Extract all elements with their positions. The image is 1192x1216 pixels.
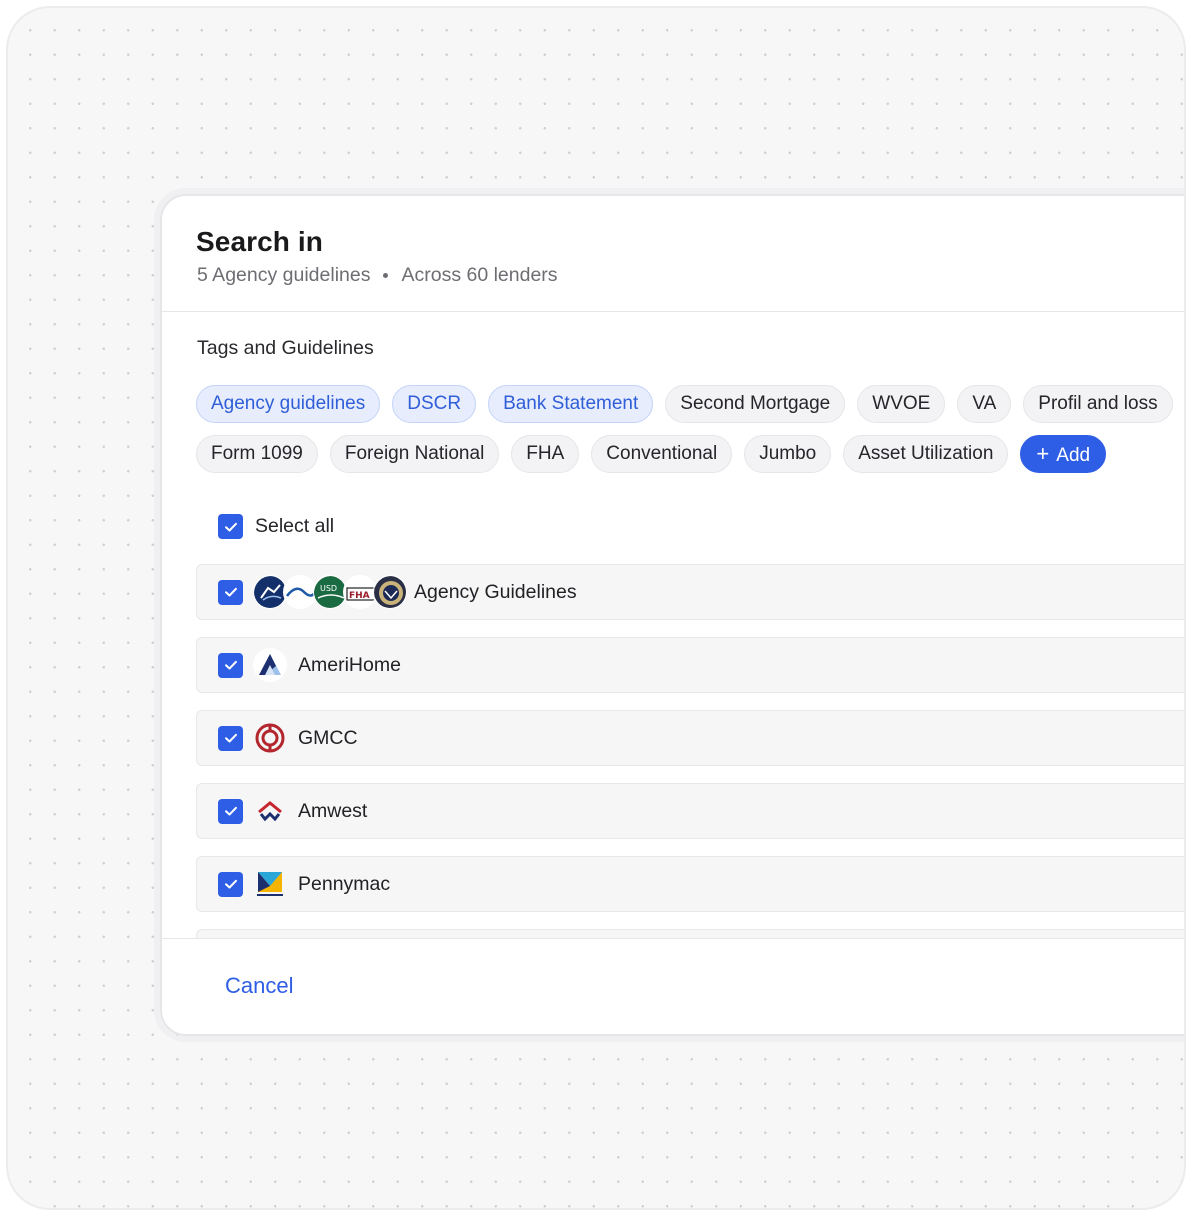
lender-name: Amwest bbox=[298, 799, 368, 822]
va-seal-icon bbox=[373, 575, 407, 609]
check-icon bbox=[224, 660, 237, 670]
freddie-mac-logo-icon bbox=[283, 575, 317, 609]
tag-overflow[interactable] bbox=[1185, 385, 1186, 423]
lenders-count: Across 60 lenders bbox=[401, 264, 558, 286]
lender-checkbox[interactable] bbox=[218, 798, 243, 824]
amwest-logo-icon bbox=[253, 794, 287, 828]
search-in-dialog: Search in 5 Agency guidelines Across 60 … bbox=[160, 194, 1186, 1036]
select-all-label: Select all bbox=[255, 515, 335, 537]
tag-agency-guidelines[interactable]: Agency guidelines bbox=[196, 385, 381, 423]
tag-form-1099[interactable]: Form 1099 bbox=[196, 435, 318, 473]
tag-second-mortgage[interactable]: Second Mortgage bbox=[665, 385, 846, 423]
check-icon bbox=[224, 879, 237, 889]
check-icon bbox=[224, 806, 237, 816]
check-icon bbox=[224, 522, 237, 531]
separator-dot bbox=[383, 273, 389, 278]
fannie-mae-logo-icon bbox=[253, 575, 287, 609]
lender-row-agency-guidelines[interactable]: USD FHA Agency Guidelines bbox=[196, 564, 1184, 620]
tag-jumbo[interactable]: Jumbo bbox=[744, 435, 832, 473]
tag-wvoe[interactable]: WVOE bbox=[857, 385, 946, 423]
tag-profit-and-loss[interactable]: Profil and loss bbox=[1023, 385, 1173, 423]
tag-row: Agency guidelines DSCR Bank Statement Se… bbox=[196, 385, 1186, 423]
plus-icon: + bbox=[1036, 441, 1050, 466]
pennymac-logo-icon bbox=[253, 867, 287, 901]
guidelines-count: 5 Agency guidelines bbox=[197, 264, 371, 286]
tag-asset-utilization[interactable]: Asset Utilization bbox=[843, 435, 1009, 473]
lender-row-gmcc[interactable]: GMCC bbox=[196, 710, 1184, 766]
amerihome-logo-icon bbox=[253, 648, 287, 682]
lender-checkbox[interactable] bbox=[218, 871, 243, 897]
lender-name: Agency Guidelines bbox=[414, 580, 577, 603]
check-icon bbox=[224, 587, 237, 597]
dialog-title: Search in bbox=[196, 226, 323, 257]
usda-logo-icon: USD bbox=[313, 575, 347, 609]
lender-name: Pennymac bbox=[298, 872, 391, 895]
dialog-footer: Cancel bbox=[162, 938, 1184, 1034]
cancel-button[interactable]: Cancel bbox=[225, 973, 293, 999]
tags-section-label: Tags and Guidelines bbox=[197, 337, 374, 359]
lender-checkbox[interactable] bbox=[218, 652, 243, 678]
tag-list: Agency guidelines DSCR Bank Statement Se… bbox=[196, 385, 1186, 485]
background-canvas: Search in 5 Agency guidelines Across 60 … bbox=[6, 6, 1186, 1210]
select-all-control[interactable]: Select all bbox=[218, 514, 334, 539]
lender-checkbox[interactable] bbox=[218, 579, 243, 605]
tag-row: Form 1099 Foreign National FHA Conventio… bbox=[196, 435, 1184, 473]
agency-logos-icon: USD FHA bbox=[253, 575, 407, 609]
fha-logo-icon: FHA bbox=[343, 575, 377, 609]
tag-fha[interactable]: FHA bbox=[511, 435, 580, 473]
add-tag-button[interactable]: + Add bbox=[1020, 435, 1107, 473]
lender-row-amerihome[interactable]: AmeriHome bbox=[196, 637, 1184, 693]
lender-checkbox[interactable] bbox=[218, 725, 243, 751]
tag-bank-statement[interactable]: Bank Statement bbox=[488, 385, 654, 423]
lender-row-pennymac[interactable]: Pennymac bbox=[196, 856, 1184, 912]
dialog-header: Search in 5 Agency guidelines Across 60 … bbox=[162, 196, 1184, 312]
add-tag-label: Add bbox=[1056, 445, 1091, 466]
svg-text:FHA: FHA bbox=[349, 591, 370, 601]
dialog-subtitle: 5 Agency guidelines Across 60 lenders bbox=[197, 264, 558, 287]
tag-dscr[interactable]: DSCR bbox=[392, 385, 477, 423]
tag-foreign-national[interactable]: Foreign National bbox=[329, 435, 500, 473]
lender-name: GMCC bbox=[298, 726, 358, 749]
check-icon bbox=[224, 733, 237, 743]
svg-text:USD: USD bbox=[320, 584, 337, 593]
tag-va[interactable]: VA bbox=[957, 385, 1012, 423]
tag-conventional[interactable]: Conventional bbox=[591, 435, 733, 473]
gmcc-logo-icon bbox=[253, 721, 287, 755]
lender-name: AmeriHome bbox=[298, 653, 401, 676]
select-all-checkbox[interactable] bbox=[218, 514, 243, 539]
lender-row-amwest[interactable]: Amwest bbox=[196, 783, 1184, 839]
lender-list: USD FHA Agency Guidelines AmeriHome GMCC… bbox=[196, 564, 1184, 943]
